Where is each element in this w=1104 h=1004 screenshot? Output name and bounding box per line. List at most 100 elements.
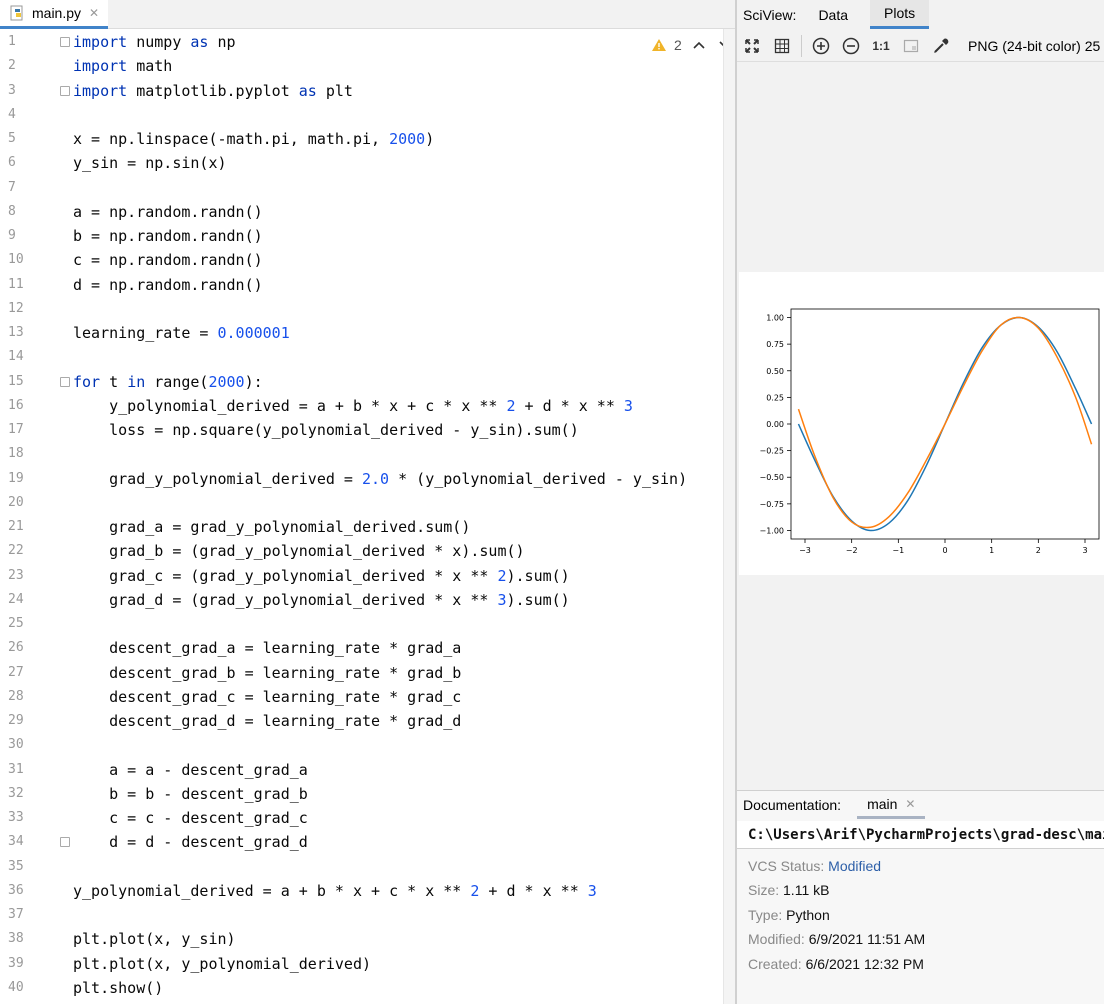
line-number: 2 bbox=[8, 58, 16, 74]
code-line[interactable]: x = np.linspace(-math.pi, math.pi, 2000) bbox=[73, 127, 434, 151]
code-line[interactable]: c = np.random.randn() bbox=[73, 248, 263, 272]
zoom-out-button[interactable] bbox=[836, 31, 866, 61]
code-text: plt.plot(x, y_polynomial_derived) bbox=[73, 954, 372, 973]
y-tick-label: −1.00 bbox=[759, 526, 784, 535]
code-line[interactable]: learning_rate = 0.000001 bbox=[73, 321, 290, 345]
size-value: 1.11 kB bbox=[783, 882, 830, 898]
code-text: descent_grad_d = learning_rate * grad_d bbox=[73, 712, 462, 730]
line-number: 16 bbox=[8, 397, 24, 413]
code-text: math bbox=[127, 57, 173, 76]
code-line[interactable]: d = np.random.randn() bbox=[73, 273, 263, 297]
code-line[interactable]: for t in range(2000): bbox=[73, 370, 263, 394]
code-line[interactable]: y_polynomial_derived = a + b * x + c * x… bbox=[73, 879, 597, 903]
code-text: c = np.random.randn() bbox=[73, 251, 263, 270]
code-line[interactable]: grad_y_polynomial_derived = 2.0 * (y_pol… bbox=[73, 467, 687, 491]
code-line[interactable]: grad_c = (grad_y_polynomial_derived * x … bbox=[73, 564, 570, 588]
editor-scrollbar[interactable] bbox=[723, 29, 735, 1004]
code-line[interactable]: y_polynomial_derived = a + b * x + c * x… bbox=[73, 394, 633, 418]
created-row: Created: 6/6/2021 12:32 PM bbox=[748, 953, 924, 975]
file-tab-main-py[interactable]: main.py ✕ bbox=[0, 0, 108, 29]
line-number: 22 bbox=[8, 543, 24, 559]
line-number: 23 bbox=[8, 567, 24, 583]
size-row: Size: 1.11 kB bbox=[748, 879, 829, 901]
code-number: 2000 bbox=[208, 372, 245, 391]
tab-main[interactable]: main ✕ bbox=[857, 791, 926, 819]
doc-tab-label: main bbox=[867, 795, 898, 812]
created-key: Created: bbox=[748, 956, 802, 972]
code-text: plt bbox=[316, 81, 353, 100]
code-line[interactable]: import matplotlib.pyplot as plt bbox=[73, 79, 353, 103]
previous-highlight-button[interactable] bbox=[690, 38, 708, 52]
code-text: descent_grad_b = learning_rate * grad_b bbox=[73, 663, 462, 682]
line-number: 29 bbox=[8, 713, 24, 728]
background-toggle-button[interactable] bbox=[896, 31, 926, 61]
line-number: 40 bbox=[8, 979, 24, 995]
code-line[interactable]: y_sin = np.sin(x) bbox=[73, 151, 227, 175]
code-line[interactable]: b = np.random.randn() bbox=[73, 224, 263, 248]
code-line[interactable]: descent_grad_d = learning_rate * grad_d bbox=[73, 709, 461, 733]
code-line[interactable]: grad_b = (grad_y_polynomial_derived * x)… bbox=[73, 539, 524, 563]
code-text: a = a - descent_grad_a bbox=[73, 760, 308, 779]
code-line[interactable]: plt.plot(x, y_polynomial_derived) bbox=[73, 952, 371, 976]
tab-data[interactable]: Data bbox=[804, 0, 862, 29]
code-line[interactable]: grad_d = (grad_y_polynomial_derived * x … bbox=[73, 588, 570, 612]
line-number: 18 bbox=[8, 446, 24, 462]
fold-marker-icon[interactable] bbox=[60, 376, 70, 387]
file-path: C:\Users\Arif\PycharmProjects\grad-desc\… bbox=[737, 821, 1104, 849]
grid-icon bbox=[774, 38, 790, 53]
y-tick-label: 1.00 bbox=[766, 314, 784, 323]
y-tick-label: −0.50 bbox=[759, 473, 784, 482]
code-text: ): bbox=[244, 372, 263, 391]
line-number: 8 bbox=[8, 203, 16, 219]
line-number: 6 bbox=[8, 155, 16, 171]
show-grid-button[interactable] bbox=[767, 31, 797, 61]
line-number: 21 bbox=[8, 519, 24, 534]
code-line[interactable]: c = c - descent_grad_c bbox=[73, 806, 308, 830]
close-tab-icon[interactable]: ✕ bbox=[89, 6, 99, 20]
fold-marker-icon[interactable] bbox=[60, 85, 70, 96]
tab-plots[interactable]: Plots bbox=[870, 0, 930, 29]
line-number-gutter: 1 2 3 4 5 6 7 8 9 10 11 12 13 14 15 16 17 18 19 20 21 22 23 24 2… bbox=[0, 29, 70, 1004]
code-line[interactable]: a = np.random.randn() bbox=[73, 200, 263, 224]
code-text: descent_grad_a = learning_rate * grad_a bbox=[73, 639, 462, 658]
color-picker-button[interactable] bbox=[926, 31, 956, 61]
code-line[interactable]: d = d - descent_grad_d bbox=[73, 830, 308, 854]
code-editor[interactable]: main.py ✕ 1 2 3 4 5 6 7 8 9 10 11 12 13 14 15 16 17 18 19 2… bbox=[0, 0, 735, 1004]
modified-value: 6/9/2021 11:51 AM bbox=[808, 931, 926, 947]
code-line[interactable]: descent_grad_a = learning_rate * grad_a bbox=[73, 636, 461, 660]
fit-zoom-button[interactable] bbox=[737, 31, 767, 61]
code-line[interactable]: descent_grad_c = learning_rate * grad_c bbox=[73, 685, 461, 709]
code-line[interactable]: plt.plot(x, y_sin) bbox=[73, 927, 236, 951]
line-number: 19 bbox=[8, 470, 24, 486]
zoom-in-icon bbox=[812, 37, 830, 54]
code-line[interactable]: loss = np.square(y_polynomial_derived - … bbox=[73, 418, 579, 442]
code-area[interactable]: import numpy as np import math import matp… bbox=[73, 29, 723, 1004]
code-keyword: import bbox=[73, 33, 128, 51]
zoom-in-button[interactable] bbox=[806, 31, 836, 61]
code-line[interactable]: plt.show() bbox=[73, 976, 163, 1000]
line-number: 33 bbox=[8, 810, 24, 825]
x-tick-label: 2 bbox=[1036, 546, 1041, 555]
code-line[interactable]: b = b - descent_grad_b bbox=[73, 782, 308, 806]
warning-icon[interactable] bbox=[652, 39, 666, 51]
code-line[interactable]: a = a - descent_grad_a bbox=[73, 758, 308, 782]
code-line[interactable]: descent_grad_b = learning_rate * grad_b bbox=[73, 661, 461, 685]
fold-marker-icon[interactable] bbox=[60, 837, 70, 848]
line-number: 37 bbox=[8, 907, 24, 922]
zoom-out-icon bbox=[842, 37, 860, 54]
code-line[interactable]: grad_a = grad_y_polynomial_derived.sum() bbox=[73, 515, 470, 539]
code-line[interactable]: import math bbox=[73, 54, 172, 78]
line-number: 27 bbox=[8, 664, 24, 680]
line-number: 30 bbox=[8, 737, 24, 753]
code-keyword: import bbox=[73, 57, 128, 76]
actual-size-button[interactable]: 1:1 bbox=[866, 31, 896, 61]
code-line[interactable]: import numpy as np bbox=[73, 30, 236, 54]
code-number: 2000 bbox=[389, 130, 426, 148]
code-keyword: for bbox=[73, 372, 101, 391]
vcs-status-value[interactable]: Modified bbox=[828, 858, 881, 874]
fold-marker-icon[interactable] bbox=[60, 37, 70, 47]
code-text: np bbox=[208, 33, 236, 51]
close-icon[interactable]: ✕ bbox=[905, 797, 915, 811]
code-text: a = np.random.randn() bbox=[73, 202, 263, 221]
image-info: PNG (24-bit color) 25 bbox=[968, 37, 1101, 54]
